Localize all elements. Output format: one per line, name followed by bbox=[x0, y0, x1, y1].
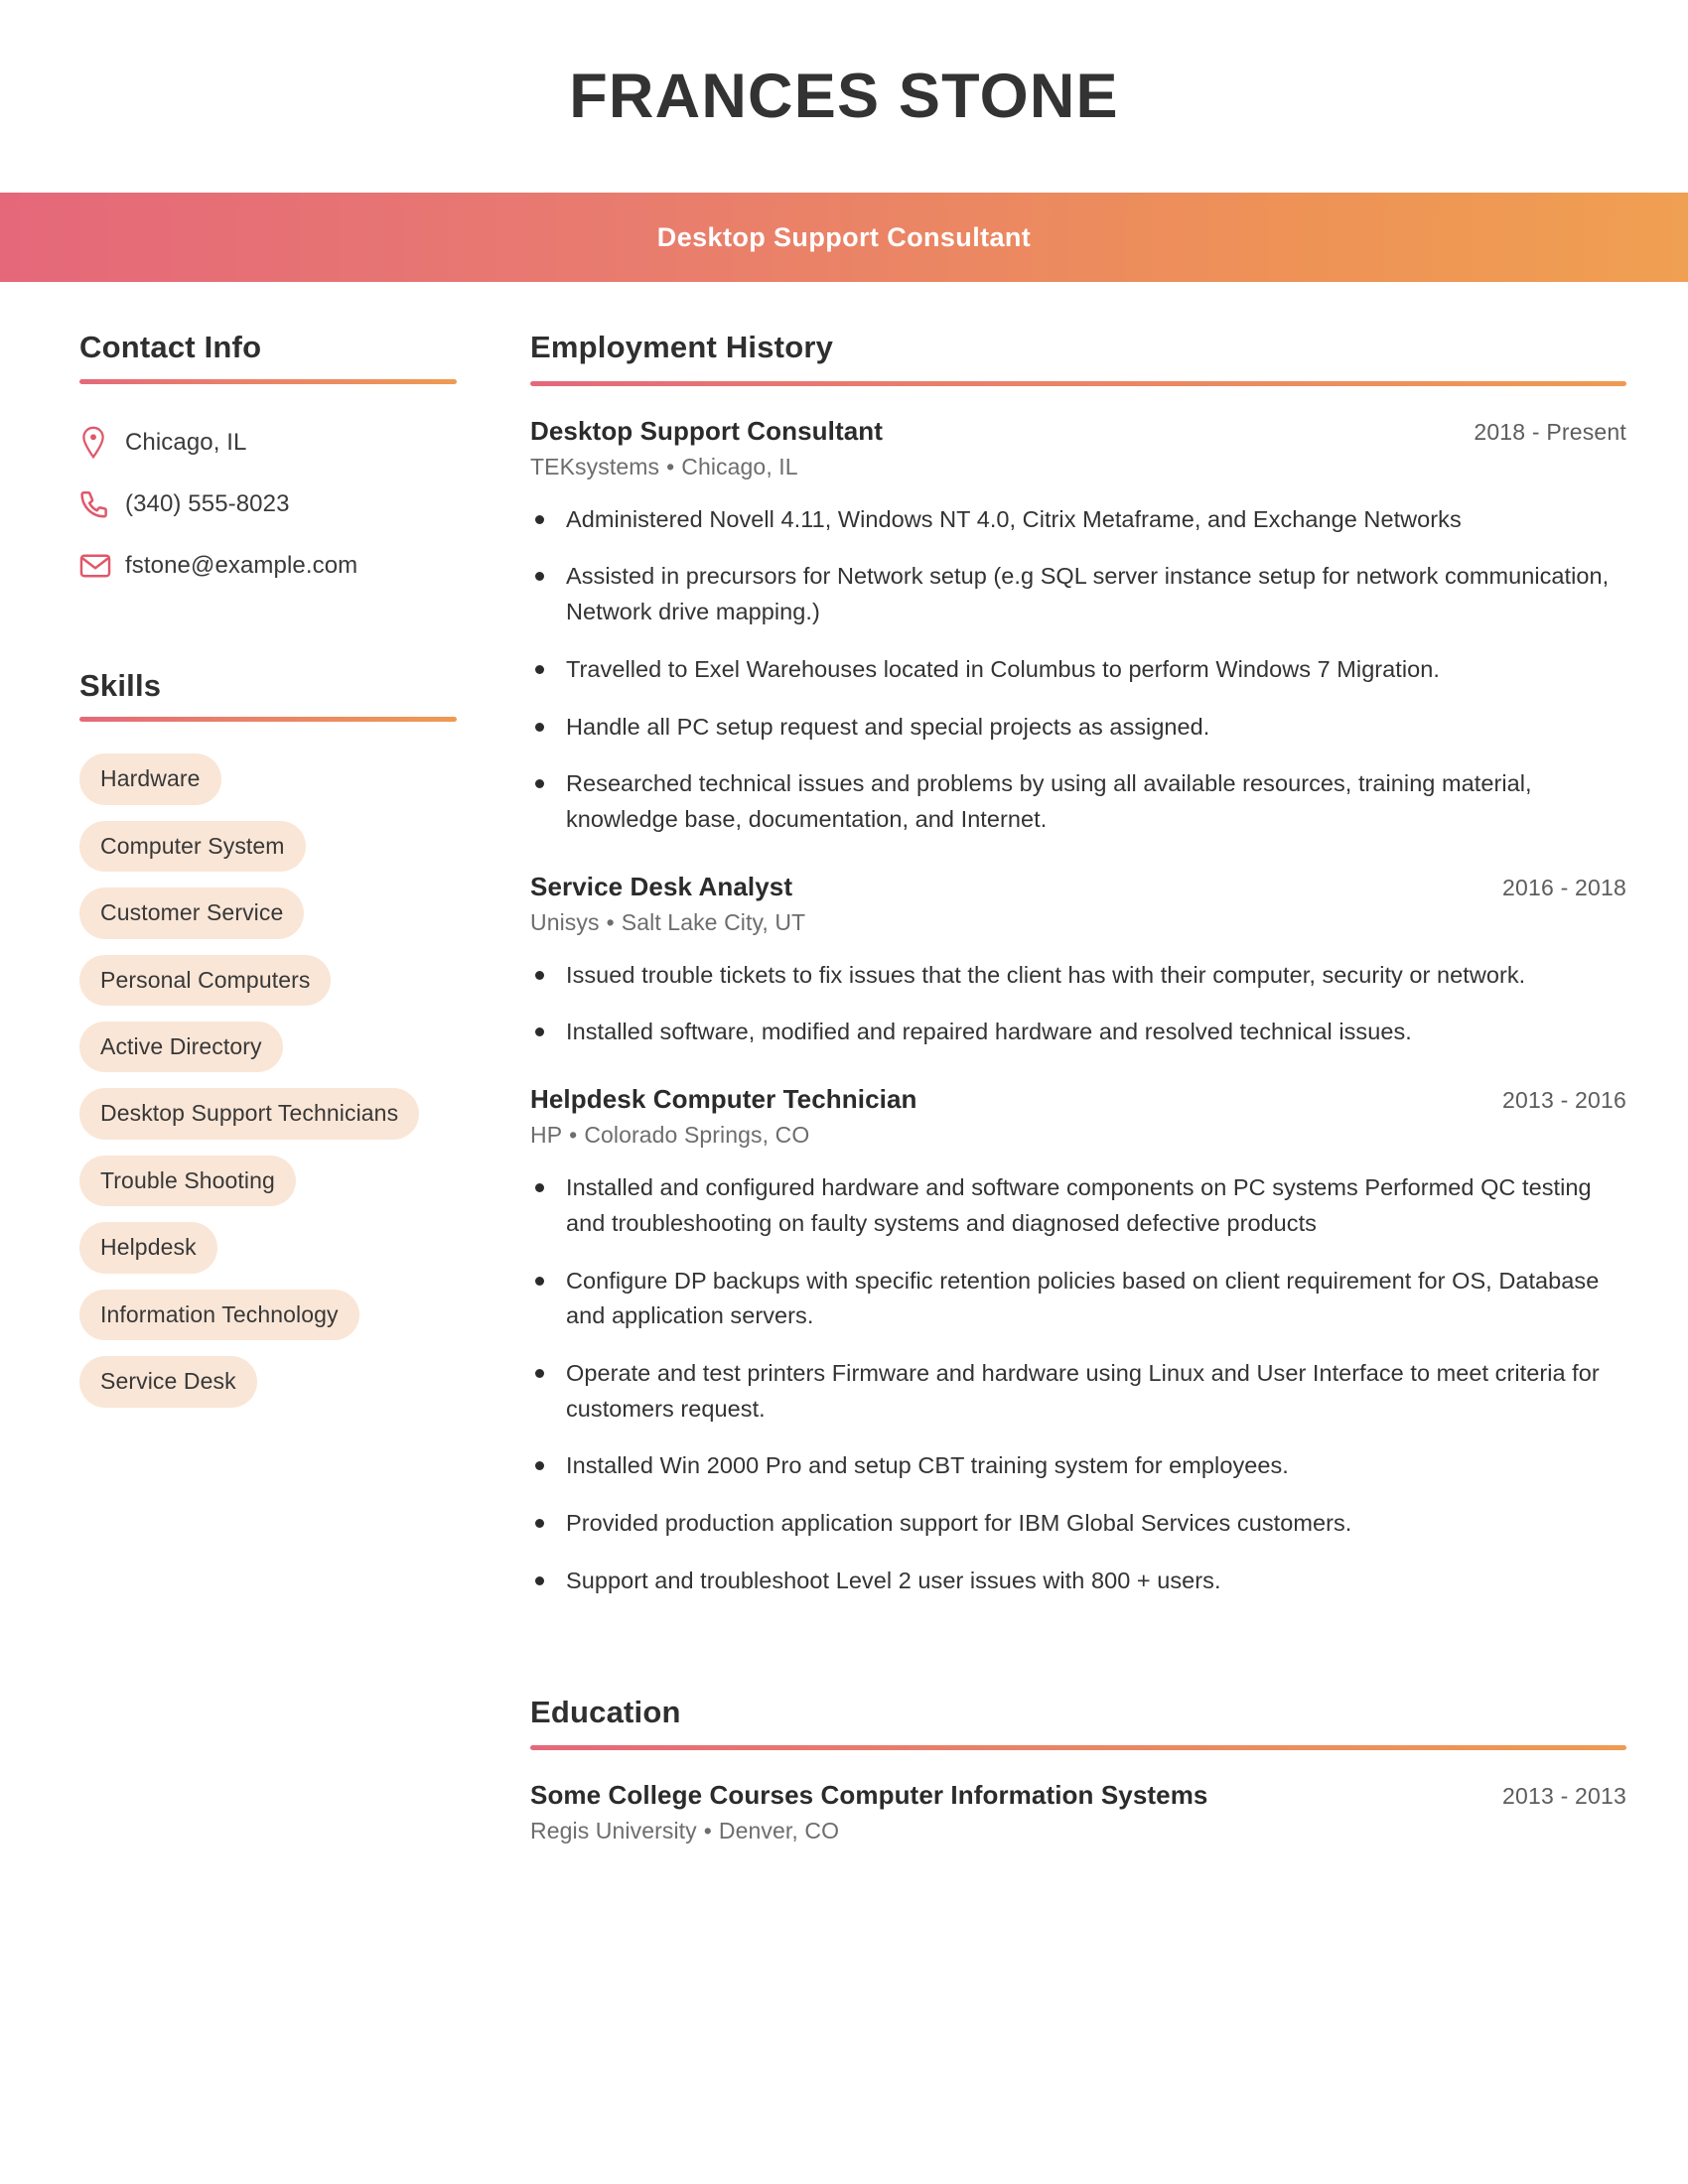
education-entry: Some College Courses Computer Informatio… bbox=[530, 1780, 1626, 1844]
contact-location-text: Chicago, IL bbox=[125, 428, 247, 456]
entry-meta: Unisys • Salt Lake City, UT bbox=[530, 909, 1626, 936]
meta-separator: • bbox=[606, 908, 615, 935]
entry-role: Desktop Support Consultant bbox=[530, 415, 884, 446]
bullet-item: Configure DP backups with specific reten… bbox=[530, 1264, 1626, 1334]
location-pin-icon bbox=[79, 426, 125, 460]
entry-bullets: Administered Novell 4.11, Windows NT 4.0… bbox=[530, 502, 1626, 838]
meta-separator: • bbox=[703, 1818, 712, 1844]
skills-section: Skills Hardware Computer System Customer… bbox=[79, 668, 457, 1408]
entry-dates: 2013 - 2016 bbox=[1502, 1087, 1626, 1114]
entry-dates: 2018 - Present bbox=[1474, 418, 1626, 445]
entry-dates: 2016 - 2018 bbox=[1502, 874, 1626, 900]
skill-pill: Service Desk bbox=[79, 1356, 257, 1408]
entry-head: Service Desk Analyst 2016 - 2018 bbox=[530, 872, 1626, 902]
employment-entry: Desktop Support Consultant 2018 - Presen… bbox=[530, 416, 1626, 838]
resume-content: Contact Info Chicago, IL (340) 555-8023 … bbox=[0, 282, 1688, 1844]
candidate-name: FRANCES STONE bbox=[569, 61, 1119, 131]
skill-pill: Customer Service bbox=[79, 887, 305, 939]
bullet-item: Issued trouble tickets to fix issues tha… bbox=[530, 958, 1626, 994]
skill-pill: Desktop Support Technicians bbox=[79, 1088, 420, 1140]
bullet-item: Operate and test printers Firmware and h… bbox=[530, 1356, 1626, 1427]
education-section: Education Some College Courses Computer … bbox=[530, 1695, 1626, 1845]
entry-dates: 2013 - 2013 bbox=[1502, 1783, 1626, 1810]
header-name-band: FRANCES STONE bbox=[0, 0, 1688, 193]
candidate-job-title: Desktop Support Consultant bbox=[656, 221, 1032, 252]
contact-info-rule bbox=[79, 378, 457, 384]
education-rule bbox=[530, 1745, 1626, 1751]
sidebar: Contact Info Chicago, IL (340) 555-8023 … bbox=[79, 330, 469, 1408]
entry-company: Unisys bbox=[530, 908, 600, 935]
entry-bullets: Installed and configured hardware and so… bbox=[530, 1170, 1626, 1598]
phone-icon bbox=[79, 489, 125, 519]
bullet-item: Support and troubleshoot Level 2 user is… bbox=[530, 1564, 1626, 1599]
bullet-item: Researched technical issues and problems… bbox=[530, 766, 1626, 837]
entry-role: Service Desk Analyst bbox=[530, 871, 793, 901]
meta-separator: • bbox=[666, 453, 675, 479]
main-column: Employment History Desktop Support Consu… bbox=[469, 330, 1626, 1844]
skill-pill: Active Directory bbox=[79, 1022, 283, 1073]
skill-pill: Information Technology bbox=[79, 1289, 359, 1341]
entry-location: Chicago, IL bbox=[681, 453, 798, 479]
contact-list: Chicago, IL (340) 555-8023 fstone@exampl… bbox=[79, 412, 457, 597]
entry-head: Some College Courses Computer Informatio… bbox=[530, 1780, 1626, 1811]
skill-pill: Personal Computers bbox=[79, 954, 332, 1007]
entry-role: Helpdesk Computer Technician bbox=[530, 1084, 917, 1115]
resume-page: FRANCES STONE Desktop Support Consultant… bbox=[0, 0, 1688, 2184]
entry-company: TEKsystems bbox=[530, 453, 660, 479]
skill-pill: Hardware bbox=[79, 753, 221, 805]
entry-head: Helpdesk Computer Technician 2013 - 2016 bbox=[530, 1084, 1626, 1115]
skill-pill: Computer System bbox=[79, 820, 306, 873]
bullet-item: Installed and configured hardware and so… bbox=[530, 1170, 1626, 1241]
entry-head: Desktop Support Consultant 2018 - Presen… bbox=[530, 416, 1626, 447]
skill-pill: Helpdesk bbox=[79, 1222, 217, 1274]
bullet-item: Installed software, modified and repaire… bbox=[530, 1015, 1626, 1050]
bullet-item: Assisted in precursors for Network setup… bbox=[530, 559, 1626, 629]
contact-item-email: fstone@example.com bbox=[79, 535, 457, 597]
contact-item-phone: (340) 555-8023 bbox=[79, 474, 457, 535]
contact-phone-text: (340) 555-8023 bbox=[125, 489, 290, 517]
employment-entries: Desktop Support Consultant 2018 - Presen… bbox=[530, 416, 1626, 1599]
contact-info-heading: Contact Info bbox=[79, 330, 262, 364]
envelope-icon bbox=[79, 553, 125, 579]
skill-pill: Trouble Shooting bbox=[79, 1155, 296, 1207]
entry-location: Colorado Springs, CO bbox=[584, 1122, 810, 1149]
skills-list: Hardware Computer System Customer Servic… bbox=[79, 753, 457, 1408]
entry-location: Denver, CO bbox=[718, 1818, 840, 1844]
employment-entry: Helpdesk Computer Technician 2013 - 2016… bbox=[530, 1084, 1626, 1598]
entry-school: Regis University bbox=[530, 1818, 697, 1844]
entry-meta: HP • Colorado Springs, CO bbox=[530, 1122, 1626, 1149]
entry-bullets: Issued trouble tickets to fix issues tha… bbox=[530, 958, 1626, 1050]
entry-company: HP bbox=[530, 1122, 563, 1149]
bullet-item: Installed Win 2000 Pro and setup CBT tra… bbox=[530, 1448, 1626, 1484]
employment-entry: Service Desk Analyst 2016 - 2018 Unisys •… bbox=[530, 872, 1626, 1050]
contact-email-text: fstone@example.com bbox=[125, 551, 358, 579]
entry-degree: Some College Courses Computer Informatio… bbox=[530, 1780, 1208, 1811]
contact-info-section: Contact Info Chicago, IL (340) 555-8023 … bbox=[79, 330, 457, 597]
bullet-item: Travelled to Exel Warehouses located in … bbox=[530, 652, 1626, 688]
bullet-item: Provided production application support … bbox=[530, 1506, 1626, 1542]
entry-location: Salt Lake City, UT bbox=[621, 908, 806, 935]
bullet-item: Handle all PC setup request and special … bbox=[530, 710, 1626, 746]
entry-meta: TEKsystems • Chicago, IL bbox=[530, 454, 1626, 480]
bullet-item: Administered Novell 4.11, Windows NT 4.0… bbox=[530, 502, 1626, 538]
entry-meta: Regis University • Denver, CO bbox=[530, 1818, 1626, 1844]
skills-rule bbox=[79, 717, 457, 723]
employment-history-rule bbox=[530, 380, 1626, 386]
education-entries: Some College Courses Computer Informatio… bbox=[530, 1780, 1626, 1844]
employment-history-heading: Employment History bbox=[530, 330, 834, 364]
skills-heading: Skills bbox=[79, 667, 162, 703]
meta-separator: • bbox=[569, 1122, 578, 1149]
contact-item-location: Chicago, IL bbox=[79, 412, 457, 474]
education-heading: Education bbox=[530, 1694, 681, 1729]
employment-history-section: Employment History Desktop Support Consu… bbox=[530, 330, 1626, 1599]
header-title-band: Desktop Support Consultant bbox=[0, 193, 1688, 282]
